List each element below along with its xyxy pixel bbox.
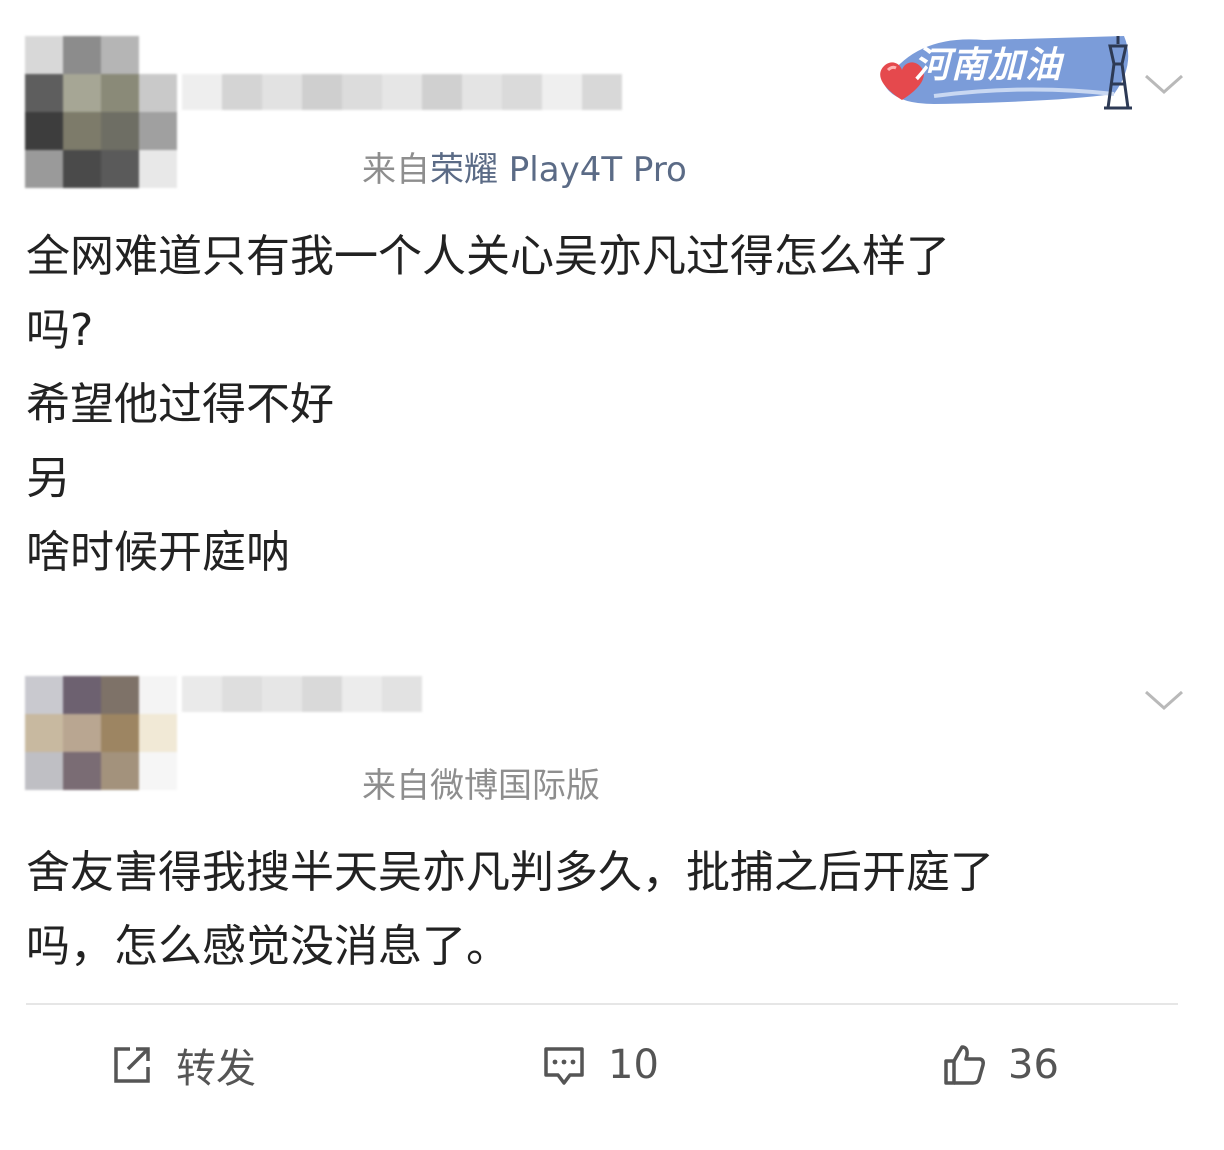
mosaic-cell (462, 74, 502, 110)
repost-label: 转发 (176, 1046, 256, 1092)
mosaic-cell (101, 752, 139, 790)
mosaic-cell (262, 676, 302, 712)
mosaic-cell (25, 714, 63, 752)
source-label: 来自微博国际版 (362, 758, 600, 807)
comment-count: 10 (608, 1042, 659, 1088)
mosaic-cell (101, 150, 139, 188)
mosaic-cell (63, 714, 101, 752)
mosaic-cell (63, 752, 101, 790)
mosaic-cell (25, 676, 63, 714)
mosaic-cell (101, 676, 139, 714)
mosaic-cell (182, 676, 222, 712)
mosaic-cell (101, 112, 139, 150)
mosaic-cell (25, 150, 63, 188)
mosaic-cell (63, 36, 101, 74)
mosaic-cell (262, 74, 302, 110)
mosaic-cell (25, 74, 63, 112)
mosaic-cell (582, 74, 622, 110)
like-count: 36 (1008, 1042, 1059, 1088)
text-line: 啥时候开庭呐 (26, 527, 290, 578)
text-line: 希望他过得不好 (26, 379, 334, 430)
badge-text: 河南加油 (914, 44, 1063, 86)
action-bar: 转发 10 36 (0, 1020, 1224, 1110)
source-device[interactable]: 微博国际版 (430, 766, 600, 806)
mosaic-cell (222, 676, 262, 712)
comment-text: 舍友害得我搜半天吴亦凡判多久，批捕之后开庭了 吗，怎么感觉没消息了。 (26, 836, 1186, 984)
text-line: 吗? (26, 305, 94, 356)
source-prefix: 来自 (362, 150, 430, 190)
comment-item: 河南加油 来自荣耀 Play4T Pro 全网难道只有我一个人关心吴亦凡过得怎么… (0, 0, 1224, 610)
mosaic-cell (63, 112, 101, 150)
avatar[interactable] (25, 36, 177, 188)
username-blurred[interactable] (182, 74, 622, 110)
username-blurred[interactable] (182, 676, 422, 712)
mosaic-cell (25, 790, 63, 828)
source-prefix: 来自 (362, 766, 430, 806)
henan-badge: 河南加油 (874, 24, 1144, 114)
mosaic-cell (139, 36, 177, 74)
mosaic-cell (139, 790, 177, 828)
chevron-down-icon[interactable] (1142, 70, 1186, 98)
mosaic-cell (342, 676, 382, 712)
tower-icon (1104, 36, 1132, 110)
mosaic-cell (139, 714, 177, 752)
source-label: 来自荣耀 Play4T Pro (362, 142, 687, 191)
mosaic-cell (382, 74, 422, 110)
mosaic-cell (342, 74, 382, 110)
mosaic-cell (422, 74, 462, 110)
mosaic-cell (101, 36, 139, 74)
source-device[interactable]: 荣耀 Play4T Pro (430, 150, 687, 190)
repost-button[interactable]: 转发 (108, 1020, 256, 1110)
text-line: 全网难道只有我一个人关心吴亦凡过得怎么样了 (26, 231, 950, 282)
mosaic-cell (63, 150, 101, 188)
text-line: 舍友害得我搜半天吴亦凡判多久，批捕之后开庭了 (26, 847, 994, 898)
mosaic-cell (382, 676, 422, 712)
mosaic-cell (25, 36, 63, 74)
repost-icon (114, 1047, 150, 1083)
mosaic-cell (139, 112, 177, 150)
comment-icon (544, 1047, 584, 1085)
mosaic-cell (139, 74, 177, 112)
mosaic-cell (542, 74, 582, 110)
mosaic-cell (182, 74, 222, 110)
like-button[interactable]: 36 (940, 1020, 1059, 1110)
mosaic-cell (139, 676, 177, 714)
comment-text: 全网难道只有我一个人关心吴亦凡过得怎么样了 吗? 希望他过得不好 另 啥时候开庭… (26, 220, 1186, 590)
mosaic-cell (25, 752, 63, 790)
mosaic-cell (502, 74, 542, 110)
divider (26, 1003, 1178, 1005)
text-line: 吗，怎么感觉没消息了。 (26, 921, 510, 972)
chevron-down-icon[interactable] (1142, 686, 1186, 714)
mosaic-cell (139, 150, 177, 188)
text-line: 另 (26, 453, 70, 504)
mosaic-cell (63, 790, 101, 828)
mosaic-cell (25, 112, 63, 150)
mosaic-cell (63, 74, 101, 112)
mosaic-cell (302, 74, 342, 110)
mosaic-cell (222, 74, 262, 110)
avatar[interactable] (25, 676, 177, 828)
mosaic-cell (139, 752, 177, 790)
mosaic-cell (63, 676, 101, 714)
mosaic-cell (302, 676, 342, 712)
comment-button[interactable]: 10 (540, 1020, 659, 1110)
mosaic-cell (101, 714, 139, 752)
mosaic-cell (101, 74, 139, 112)
mosaic-cell (101, 790, 139, 828)
like-icon (944, 1045, 985, 1085)
